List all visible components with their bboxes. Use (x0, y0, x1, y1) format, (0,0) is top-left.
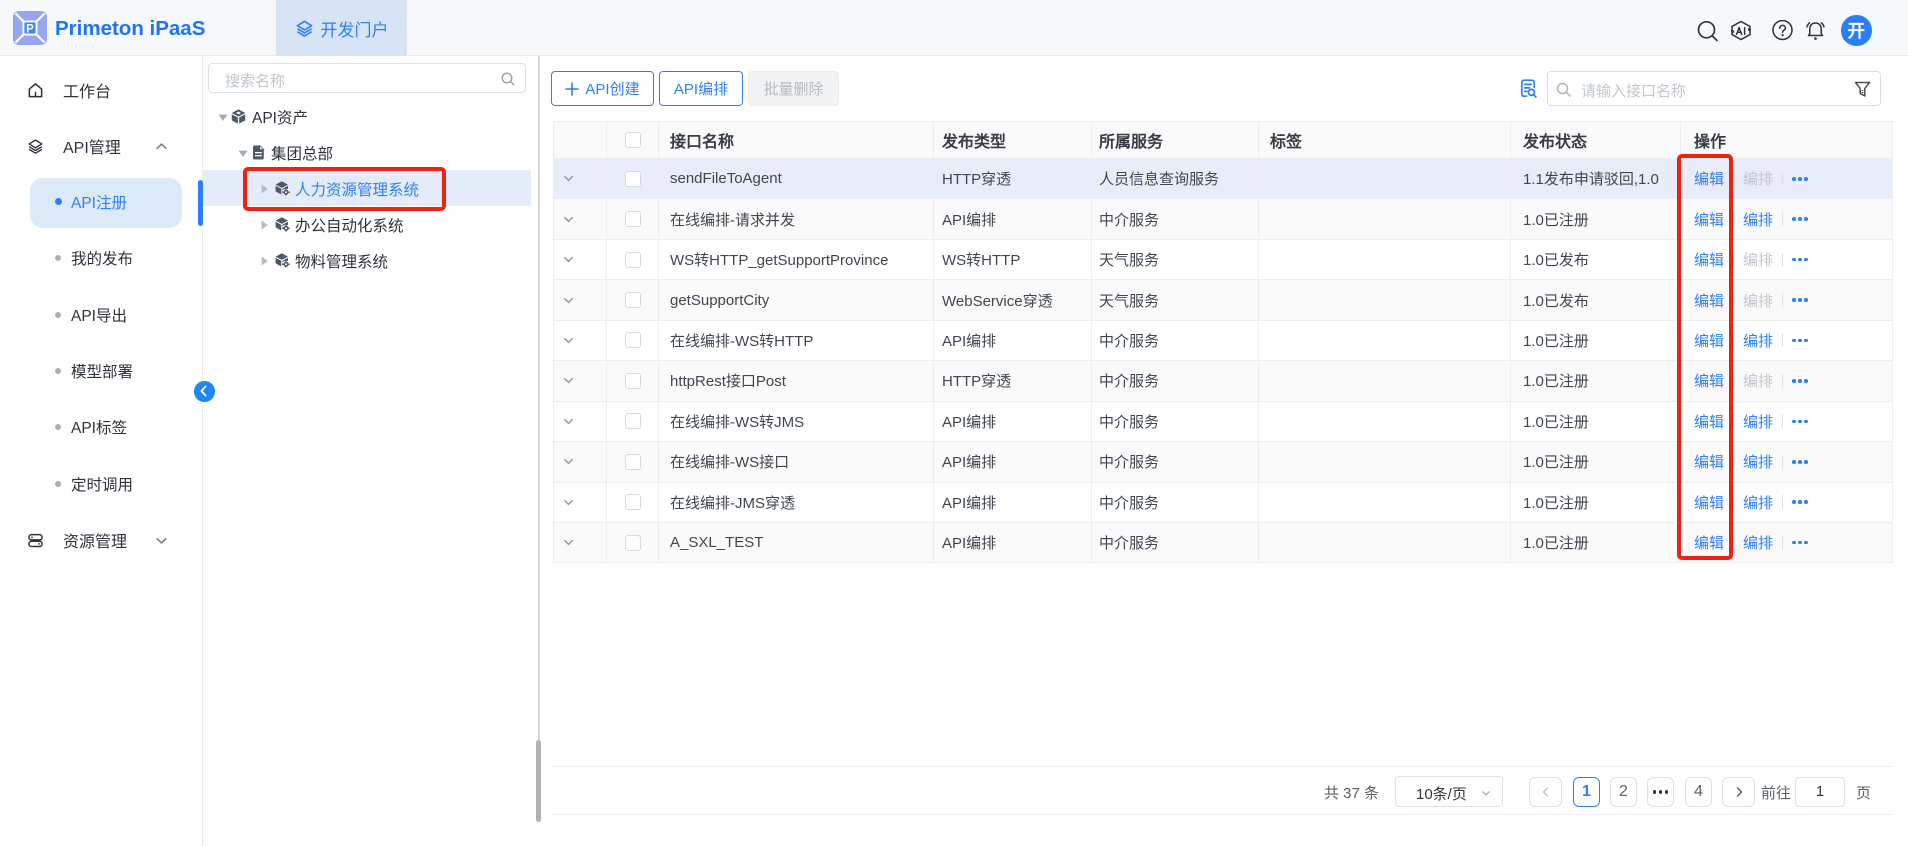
svg-text:P: P (26, 24, 34, 36)
